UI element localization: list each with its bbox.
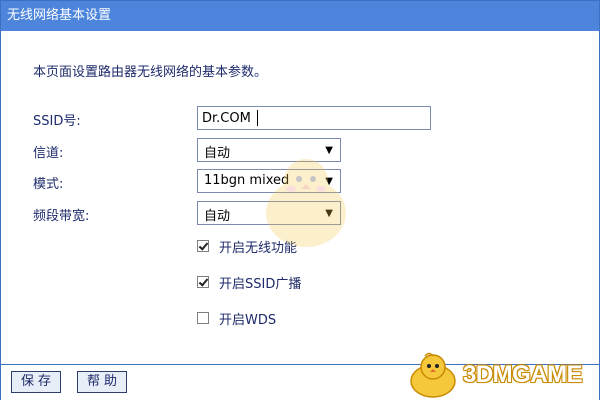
dropdown-arrow-icon: ▼ — [325, 176, 333, 187]
mode-row: 模式: 11bgn mixed ▼ — [1, 169, 599, 195]
dropdown-arrow-icon: ▼ — [325, 208, 333, 219]
watermark-logo: 3DMGAME — [401, 351, 597, 399]
wds-checkbox[interactable] — [197, 312, 209, 324]
ssid-input[interactable] — [197, 106, 431, 130]
mode-select[interactable]: 11bgn mixed ▼ — [197, 169, 341, 193]
bandwidth-select-value: 自动 — [204, 209, 231, 224]
chick-mascot-icon — [410, 352, 456, 398]
ssid-row: SSID号: — [1, 106, 599, 132]
panel-title: 无线网络基本设置 — [1, 1, 599, 31]
bandwidth-select[interactable]: 自动 ▼ — [197, 201, 341, 225]
mode-select-value: 11bgn mixed — [204, 173, 290, 188]
logo-text: 3DMGAME — [463, 361, 583, 388]
page-description: 本页面设置路由器无线网络的基本参数。 — [33, 65, 268, 80]
text-cursor — [257, 110, 258, 126]
channel-label: 信道: — [33, 146, 64, 161]
ssid-broadcast-label: 开启SSID广播 — [219, 277, 302, 292]
bandwidth-row: 频段带宽: 自动 ▼ — [1, 201, 599, 227]
dropdown-arrow-icon: ▼ — [325, 145, 333, 156]
channel-select-value: 自动 — [204, 146, 231, 161]
wireless-settings-panel: 无线网络基本设置 本页面设置路由器无线网络的基本参数。 SSID号: 信道: 自… — [0, 0, 600, 400]
help-button[interactable]: 帮助 — [77, 371, 127, 393]
wds-label: 开启WDS — [219, 313, 277, 328]
ssid-label: SSID号: — [33, 114, 81, 129]
bandwidth-label: 频段带宽: — [33, 209, 90, 224]
channel-row: 信道: 自动 ▼ — [1, 138, 599, 164]
channel-select[interactable]: 自动 ▼ — [197, 138, 341, 162]
mode-label: 模式: — [33, 177, 64, 192]
save-button[interactable]: 保存 — [11, 371, 61, 393]
enable-wireless-checkbox[interactable] — [197, 240, 209, 252]
ssid-broadcast-checkbox[interactable] — [197, 276, 209, 288]
enable-wireless-label: 开启无线功能 — [219, 241, 298, 256]
